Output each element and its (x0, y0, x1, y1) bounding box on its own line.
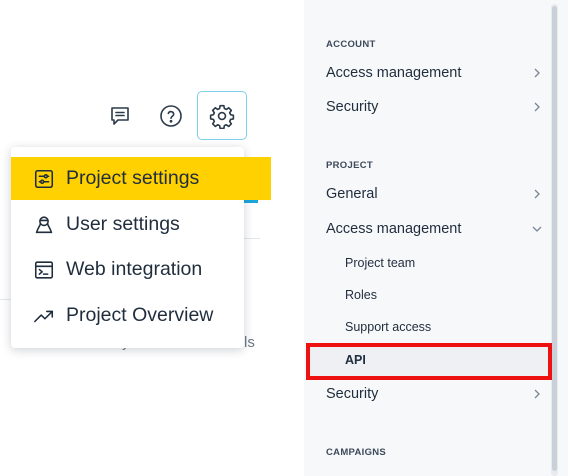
sliders-icon (32, 167, 56, 191)
sidebar-item-account-access-management[interactable]: Access management (326, 65, 546, 81)
sidebar-subitem-roles[interactable]: Roles (345, 288, 377, 302)
background-text: ls (244, 334, 255, 351)
sidebar-item-label: Security (326, 386, 379, 402)
sidebar-item-label: General (326, 186, 378, 202)
sidebar-item-account-security[interactable]: Security (326, 99, 546, 115)
help-button[interactable] (157, 102, 185, 130)
api-highlight-box (306, 343, 552, 380)
sidebar-item-label: Access management (326, 221, 462, 237)
section-heading-campaigns: CAMPAIGNS (326, 447, 387, 458)
gear-icon (209, 104, 235, 129)
section-heading-account: ACCOUNT (326, 39, 376, 50)
menu-item-web-integration[interactable]: Web integration (11, 248, 244, 291)
sidebar-item-label: Security (326, 99, 379, 115)
menu-item-label: User settings (66, 213, 180, 235)
terminal-icon (32, 258, 56, 282)
menu-item-label: Project settings (66, 167, 200, 189)
chevron-right-icon (532, 186, 542, 202)
chevron-right-icon (532, 386, 542, 402)
sidebar-item-project-security[interactable]: Security (326, 386, 546, 402)
feedback-icon (111, 107, 129, 125)
settings-button[interactable] (197, 91, 247, 140)
sidebar-item-label: Access management (326, 65, 462, 81)
menu-item-label: Project Overview (66, 304, 214, 326)
sidebar-item-general[interactable]: General (326, 186, 546, 202)
settings-dropdown-menu: Project settings User settings Web integ… (11, 147, 271, 348)
menu-item-project-settings[interactable]: Project settings (11, 157, 271, 200)
chevron-right-icon (532, 65, 542, 81)
section-heading-project: PROJECT (326, 160, 373, 171)
sidebar-subitem-project-team[interactable]: Project team (345, 256, 415, 270)
menu-item-label: Web integration (66, 258, 203, 280)
chevron-right-icon (532, 99, 542, 115)
sidebar-item-project-access-management[interactable]: Access management (326, 221, 546, 237)
menu-item-project-overview[interactable]: Project Overview (11, 294, 244, 337)
chevron-down-icon (532, 221, 542, 237)
user-icon (32, 213, 56, 237)
divider (244, 238, 260, 239)
trend-up-icon (32, 304, 56, 328)
feedback-button[interactable] (106, 102, 134, 130)
help-icon (160, 105, 182, 127)
sidebar-subitem-support-access[interactable]: Support access (345, 320, 431, 334)
menu-item-user-settings[interactable]: User settings (11, 203, 244, 246)
scrollbar-thumb[interactable] (552, 6, 557, 471)
sidebar-subitem-api[interactable]: API (345, 353, 366, 367)
